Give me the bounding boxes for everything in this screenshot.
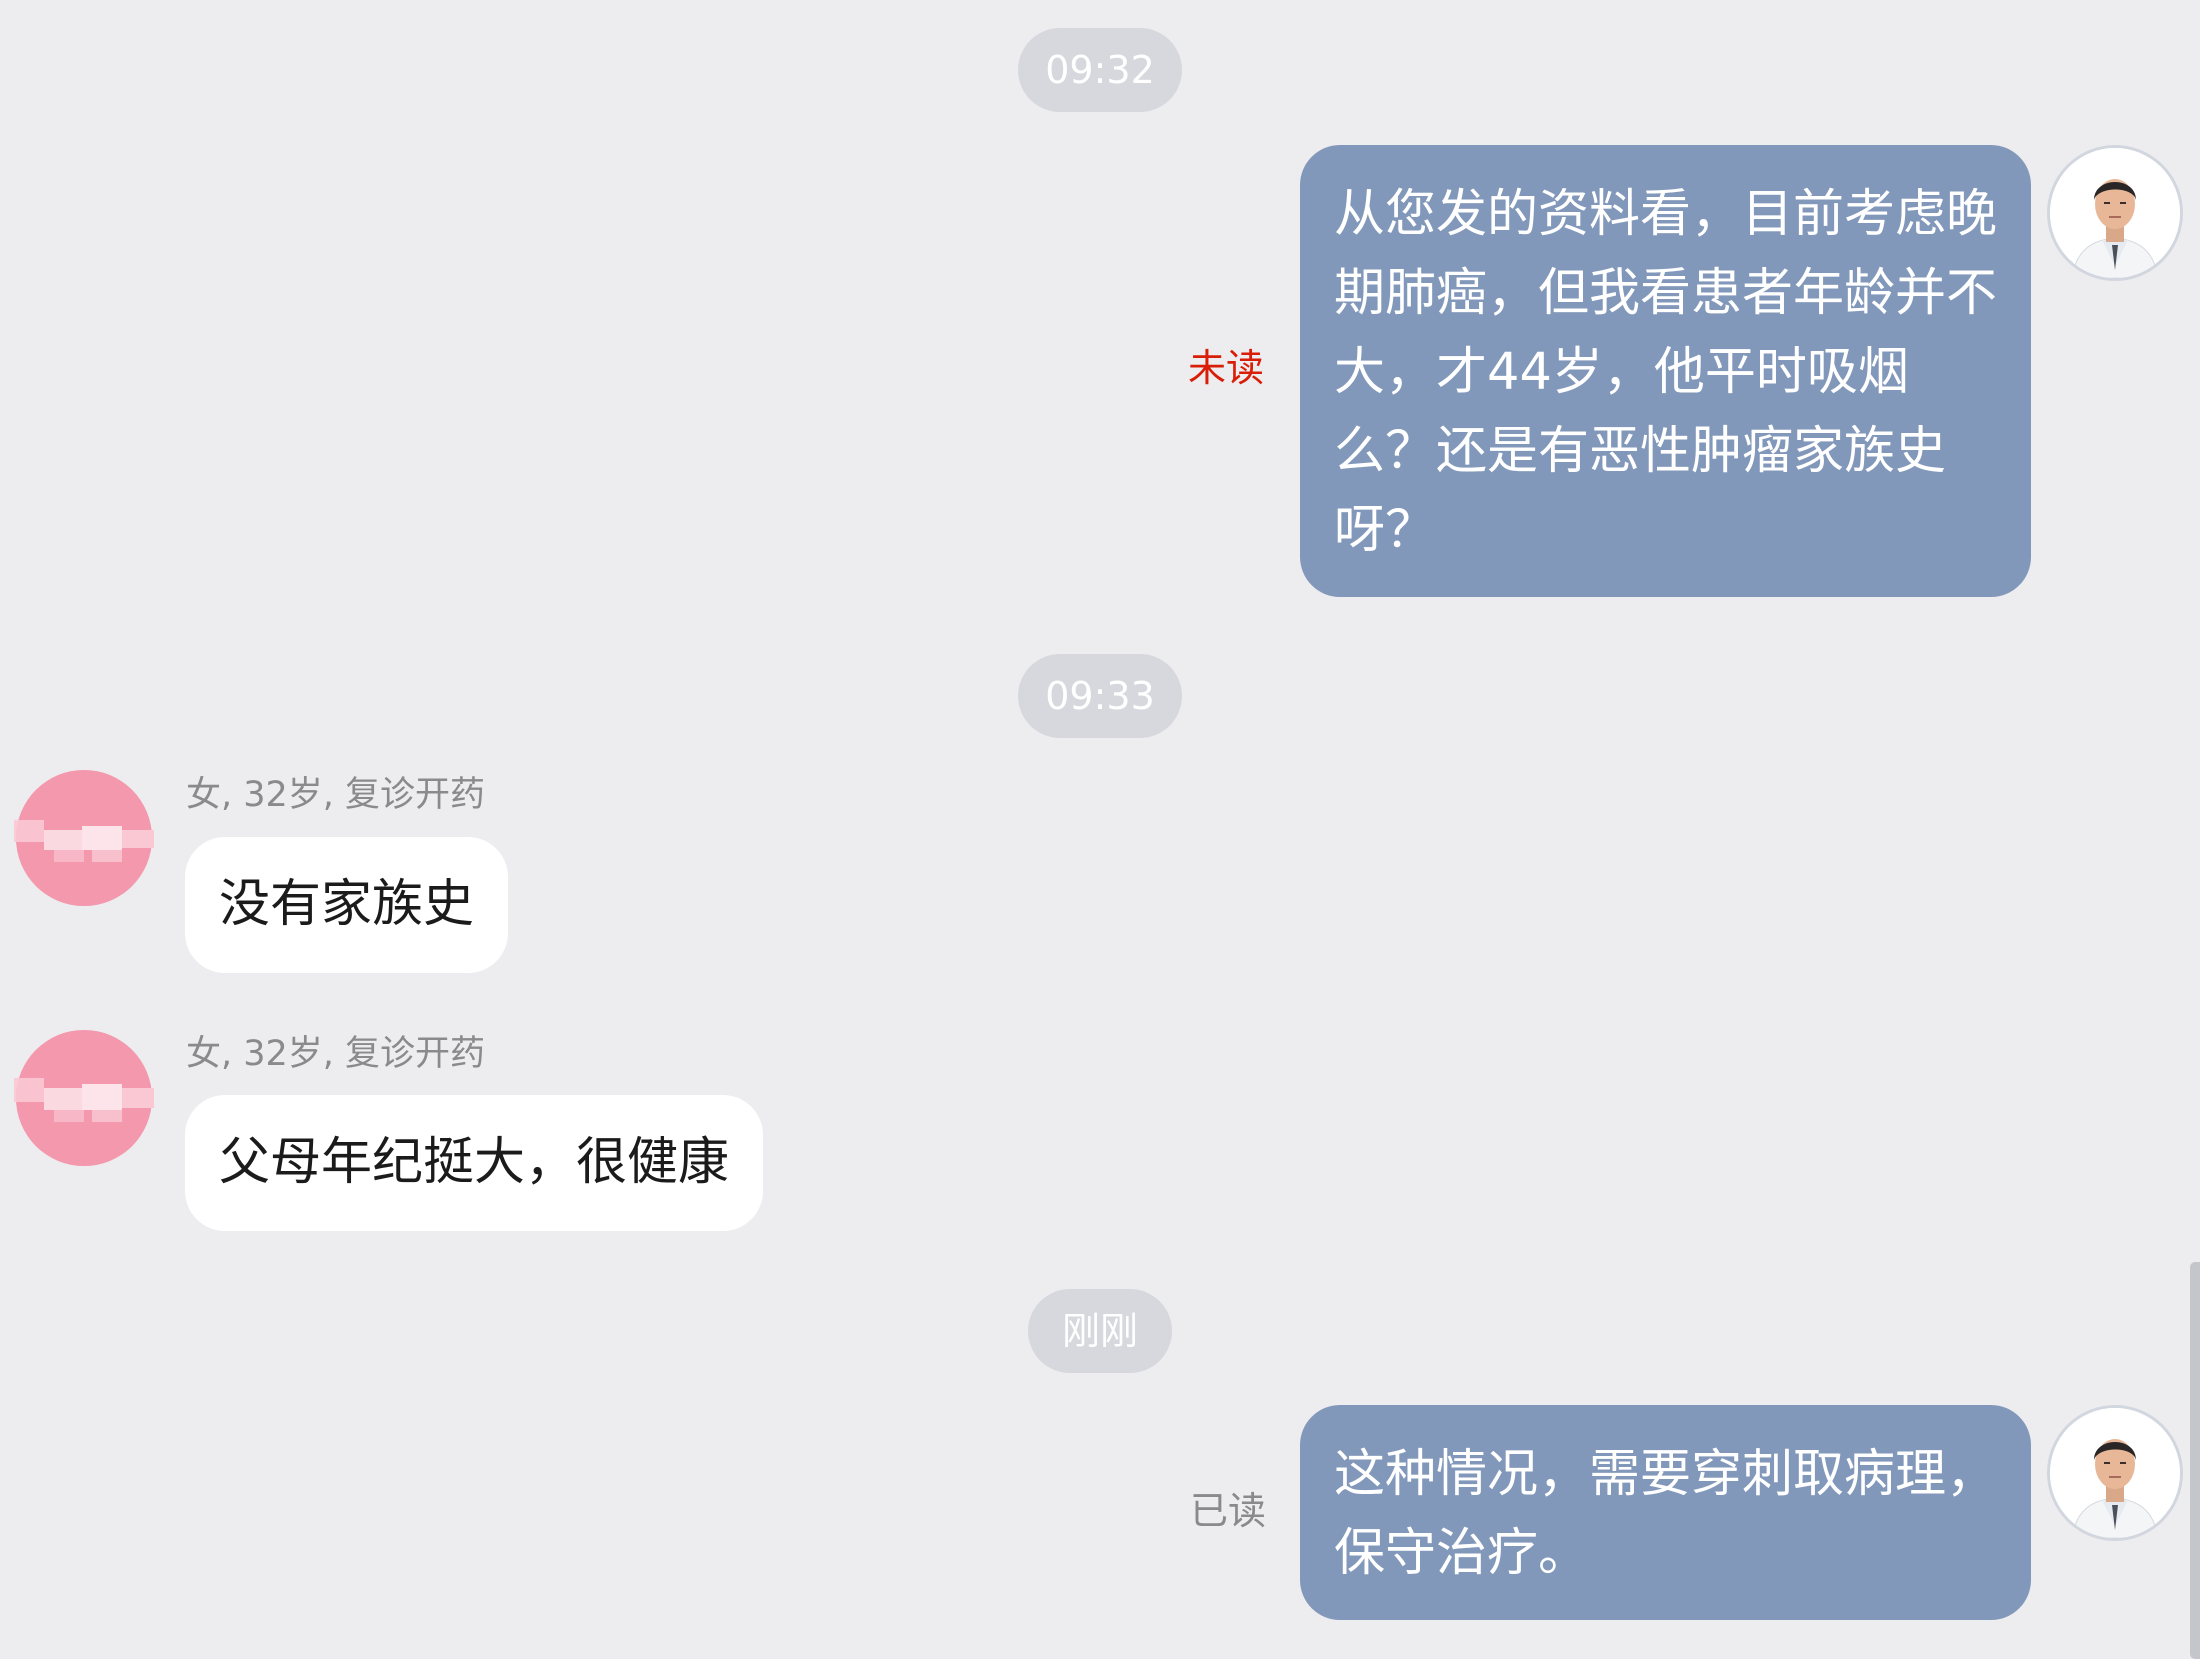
patient-message-bubble[interactable]: 父母年纪挺大，很健康 — [185, 1095, 764, 1231]
doctor-avatar[interactable] — [2047, 145, 2183, 281]
timestamp-0932: 09:32 — [1018, 28, 1182, 112]
timestamp-just-now: 刚刚 — [1028, 1289, 1172, 1373]
doctor-avatar-icon — [2050, 1408, 2180, 1538]
doctor-avatar[interactable] — [2047, 1405, 2183, 1541]
scrollbar[interactable] — [2190, 1262, 2200, 1659]
doctor-message-bubble[interactable]: 从您发的资料看，目前考虑晚期肺癌，但我看患者年龄并不大，才44岁，他平时吸烟么？… — [1300, 145, 2031, 597]
patient-message-bubble[interactable]: 没有家族史 — [185, 837, 509, 973]
doctor-avatar-icon — [2050, 148, 2180, 278]
doctor-message-bubble[interactable]: 这种情况，需要穿刺取病理，保守治疗。 — [1300, 1405, 2031, 1620]
patient-avatar[interactable] — [14, 1028, 154, 1168]
timestamp-0933: 09:33 — [1018, 654, 1182, 738]
blurred-patient-avatar-icon — [14, 1030, 154, 1166]
patient-avatar[interactable] — [14, 768, 154, 908]
patient-info: 女, 32岁, 复诊开药 — [186, 1034, 486, 1074]
unread-status: 未读 — [1188, 346, 1265, 390]
patient-info: 女, 32岁, 复诊开药 — [186, 775, 486, 815]
read-status: 已读 — [1190, 1489, 1267, 1533]
blurred-patient-avatar-icon — [14, 770, 154, 906]
